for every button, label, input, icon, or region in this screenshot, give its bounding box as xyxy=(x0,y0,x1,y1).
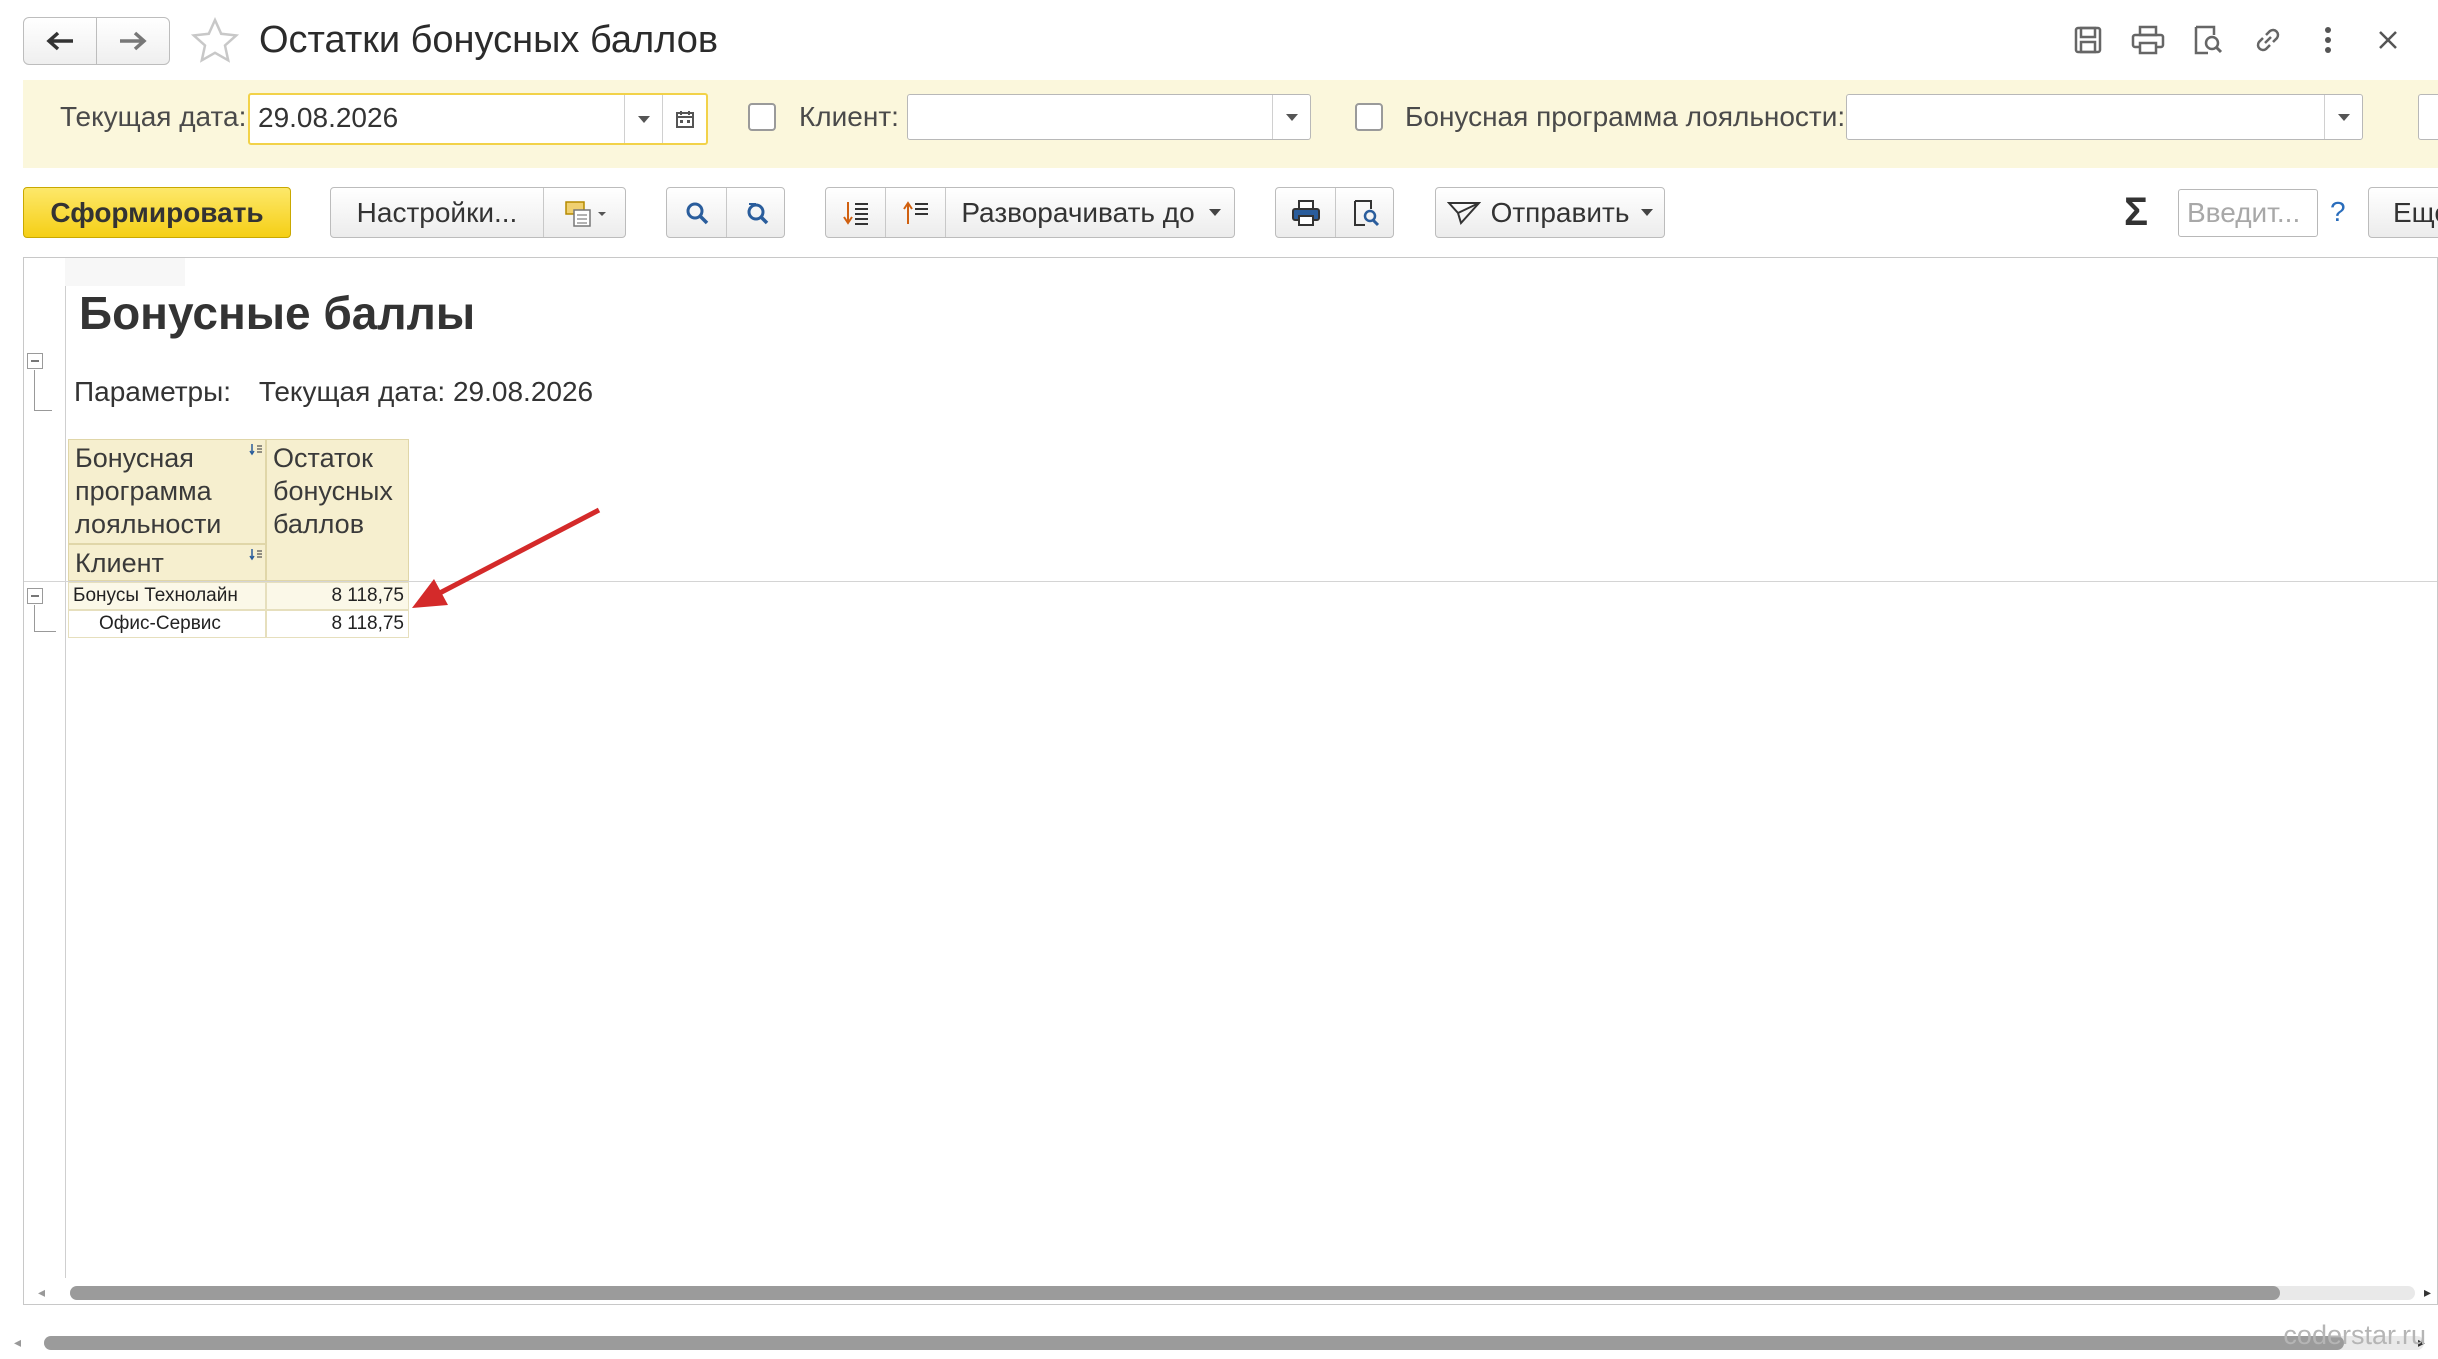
report-variants-icon xyxy=(564,200,606,227)
scroll-left-icon[interactable]: ◂ xyxy=(38,1284,45,1301)
window-scroll-thumb[interactable] xyxy=(44,1336,2344,1350)
report-parameters: Параметры: Текущая дата: 29.08.2026 xyxy=(74,376,593,408)
current-date-field[interactable]: 29.08.2026 xyxy=(248,93,708,145)
chevron-down-icon xyxy=(1285,113,1298,121)
loyalty-dropdown[interactable] xyxy=(2324,95,2362,139)
star-icon xyxy=(190,16,240,63)
sum-icon[interactable]: Σ xyxy=(2124,188,2148,236)
favorite-button[interactable] xyxy=(190,16,240,71)
preview-button[interactable] xyxy=(2186,20,2230,60)
sum-search-input[interactable]: Введит... xyxy=(2178,189,2318,237)
window-scroll-left-icon[interactable]: ◂ xyxy=(14,1334,21,1351)
print-icon xyxy=(1291,199,1320,226)
save-button[interactable] xyxy=(2066,20,2110,60)
save-icon xyxy=(2074,26,2102,54)
client-dropdown[interactable] xyxy=(1272,95,1310,139)
settings-group: Настройки... xyxy=(330,187,626,238)
watermark: coderstar.ru xyxy=(2283,1320,2426,1350)
expand-to-button[interactable]: Разворачивать до xyxy=(946,188,1236,237)
chevron-down-icon xyxy=(1641,209,1654,216)
arrow-right-icon xyxy=(120,31,147,51)
current-date-dropdown[interactable] xyxy=(624,95,662,143)
expand-all-button[interactable] xyxy=(826,188,885,237)
report-scroll-thumb[interactable] xyxy=(70,1286,2280,1300)
loyalty-checkbox[interactable] xyxy=(1355,103,1383,131)
loyalty-label: Бонусная программа лояльности: xyxy=(1405,101,1846,132)
collapse-all-button[interactable] xyxy=(886,188,945,237)
search-next-icon xyxy=(747,202,768,224)
send-button[interactable]: Отправить xyxy=(1435,187,1665,238)
column-header-balance[interactable]: Остаток бонусных баллов xyxy=(266,439,409,581)
generate-button[interactable]: Сформировать xyxy=(23,187,291,238)
collapse-all-icon xyxy=(902,200,928,224)
help-button[interactable]: ? xyxy=(2330,194,2346,230)
expand-group: Разворачивать до xyxy=(825,187,1235,238)
sort-icon xyxy=(249,549,262,561)
chevron-down-icon xyxy=(2337,113,2350,121)
report-area: Бонусные баллы Параметры: Текущая дата: … xyxy=(23,257,2438,1305)
current-date-label: Текущая дата: xyxy=(60,101,247,132)
expand-all-icon xyxy=(842,201,868,225)
annotation-arrow-icon xyxy=(412,507,601,608)
more-icon xyxy=(2325,27,2331,53)
link-button[interactable] xyxy=(2246,20,2290,60)
params-value: Текущая дата: 29.08.2026 xyxy=(258,376,594,407)
find-next-button[interactable] xyxy=(727,188,786,237)
program-header-text: Бонусная программа лояльности xyxy=(75,443,222,539)
filter-overflow-button[interactable] xyxy=(2418,94,2438,140)
search-group xyxy=(666,187,785,238)
client-label: Клиент: xyxy=(799,101,899,132)
link-icon xyxy=(2256,28,2280,52)
report-preview-button[interactable] xyxy=(1336,188,1395,237)
variants-button[interactable] xyxy=(544,188,627,237)
client-checkbox[interactable] xyxy=(748,103,776,131)
column-header-program[interactable]: Бонусная программа лояльности xyxy=(68,439,266,544)
window-title: Остатки бонусных баллов xyxy=(259,19,719,61)
preview-icon xyxy=(2194,25,2223,55)
search-icon xyxy=(686,202,708,224)
print-button[interactable] xyxy=(2126,20,2170,60)
more-button[interactable] xyxy=(2306,20,2350,60)
send-label: Отправить xyxy=(1490,196,1630,228)
group-gutter xyxy=(65,258,66,1278)
report-heading: Бонусные баллы xyxy=(79,287,476,339)
row-detail-name[interactable]: Офис-Сервис xyxy=(68,610,266,638)
collapse-header-icon[interactable] xyxy=(27,353,43,369)
row-group-value[interactable]: 8 118,75 xyxy=(266,582,409,610)
current-date-value: 29.08.2026 xyxy=(258,102,399,133)
expand-to-label: Разворачивать до xyxy=(961,196,1195,228)
calendar-icon xyxy=(675,111,694,128)
report-print-button[interactable] xyxy=(1276,188,1335,237)
loyalty-field[interactable] xyxy=(1846,94,2363,140)
calendar-button[interactable] xyxy=(662,95,706,143)
print-group xyxy=(1275,187,1394,238)
scroll-right-icon[interactable]: ▸ xyxy=(2424,1284,2431,1301)
client-header-text: Клиент xyxy=(75,548,164,578)
settings-button[interactable]: Настройки... xyxy=(331,188,543,237)
client-field[interactable] xyxy=(907,94,1311,140)
corner-cell xyxy=(65,258,185,286)
close-button[interactable] xyxy=(2366,20,2410,60)
row-group-name[interactable]: Бонусы Технолайн xyxy=(68,582,266,610)
chevron-down-icon xyxy=(1208,209,1221,216)
back-button[interactable] xyxy=(23,17,97,65)
sum-search-placeholder: Введит... xyxy=(2187,197,2301,228)
more-actions-button[interactable]: Еще xyxy=(2368,187,2438,238)
close-icon xyxy=(2379,31,2397,49)
chevron-down-icon xyxy=(637,115,650,123)
params-label: Параметры: xyxy=(74,376,232,407)
sort-icon xyxy=(249,444,262,456)
arrow-left-icon xyxy=(46,31,73,51)
collapse-row-icon[interactable] xyxy=(27,588,43,604)
row-detail-value[interactable]: 8 118,75 xyxy=(266,610,409,638)
send-icon xyxy=(1446,201,1481,225)
forward-button[interactable] xyxy=(96,17,170,65)
print-icon xyxy=(2131,25,2165,55)
column-header-client[interactable]: Клиент xyxy=(68,544,266,581)
preview-icon xyxy=(1353,199,1379,226)
search-button[interactable] xyxy=(667,188,726,237)
